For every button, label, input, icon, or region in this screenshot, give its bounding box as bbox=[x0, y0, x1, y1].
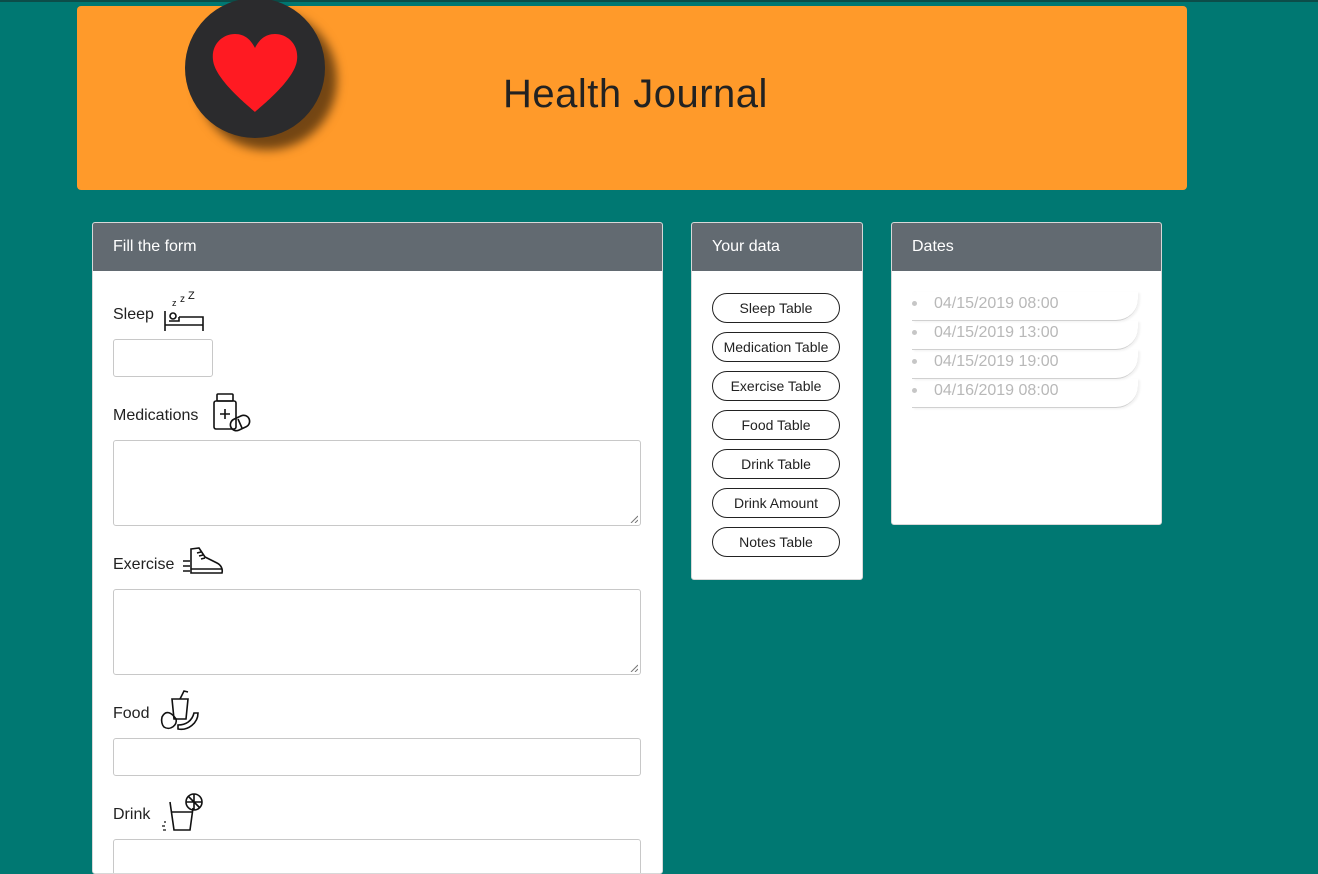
page-title: Health Journal bbox=[503, 72, 768, 116]
date-list-item[interactable]: 04/16/2019 08:00 bbox=[912, 379, 1138, 408]
dates-card: Dates 04/15/2019 08:00 04/15/2019 13:00 … bbox=[891, 222, 1162, 525]
drink-icon bbox=[162, 793, 203, 831]
food-icon bbox=[160, 690, 199, 731]
date-text: 04/15/2019 13:00 bbox=[934, 324, 1059, 341]
drink-amount-button[interactable]: Drink Amount bbox=[712, 488, 840, 518]
svg-text:z: z bbox=[180, 294, 185, 305]
date-list-item[interactable]: 04/15/2019 08:00 bbox=[912, 292, 1138, 321]
date-text: 04/15/2019 19:00 bbox=[934, 353, 1059, 370]
date-text: 04/16/2019 08:00 bbox=[934, 382, 1059, 399]
medications-textarea[interactable] bbox=[113, 440, 641, 526]
exercise-label: Exercise bbox=[113, 556, 175, 573]
bullet-icon bbox=[912, 301, 917, 306]
heart-icon bbox=[212, 34, 298, 112]
your-data-card: Your data Sleep Table Medication Table E… bbox=[691, 222, 863, 580]
resize-grip-icon[interactable] bbox=[630, 515, 638, 523]
drink-table-button[interactable]: Drink Table bbox=[712, 449, 840, 479]
top-border bbox=[0, 0, 1318, 2]
app-header: Health Journal bbox=[77, 0, 1187, 190]
bullet-icon bbox=[912, 330, 917, 335]
bed-icon: z z Z bbox=[164, 291, 204, 331]
svg-text:z: z bbox=[172, 298, 177, 308]
notes-table-button[interactable]: Notes Table bbox=[712, 527, 840, 557]
exercise-textarea[interactable] bbox=[113, 589, 641, 675]
sleep-label: Sleep bbox=[113, 306, 154, 323]
bullet-icon bbox=[912, 388, 917, 393]
your-data-header: Your data bbox=[692, 223, 862, 271]
food-input[interactable] bbox=[113, 738, 641, 776]
form-card: Fill the form Sleep z z Z Medications Ex… bbox=[92, 222, 663, 874]
sleep-table-button[interactable]: Sleep Table bbox=[712, 293, 840, 323]
logo bbox=[185, 0, 325, 138]
sneaker-icon bbox=[183, 547, 224, 574]
food-label: Food bbox=[113, 705, 150, 722]
medication-table-button[interactable]: Medication Table bbox=[712, 332, 840, 362]
date-list-item[interactable]: 04/15/2019 13:00 bbox=[912, 321, 1138, 350]
form-card-header: Fill the form bbox=[93, 223, 662, 271]
drink-input[interactable] bbox=[113, 839, 641, 873]
pill-bottle-icon bbox=[213, 393, 251, 432]
bullet-icon bbox=[912, 359, 917, 364]
resize-grip-icon[interactable] bbox=[630, 664, 638, 672]
date-text: 04/15/2019 08:00 bbox=[934, 295, 1059, 312]
drink-label: Drink bbox=[113, 806, 151, 823]
medications-label: Medications bbox=[113, 407, 199, 424]
sleep-input[interactable] bbox=[113, 339, 213, 377]
date-list-item[interactable]: 04/15/2019 19:00 bbox=[912, 350, 1138, 379]
exercise-table-button[interactable]: Exercise Table bbox=[712, 371, 840, 401]
food-table-button[interactable]: Food Table bbox=[712, 410, 840, 440]
svg-text:Z: Z bbox=[188, 291, 195, 302]
dates-header: Dates bbox=[892, 223, 1161, 271]
